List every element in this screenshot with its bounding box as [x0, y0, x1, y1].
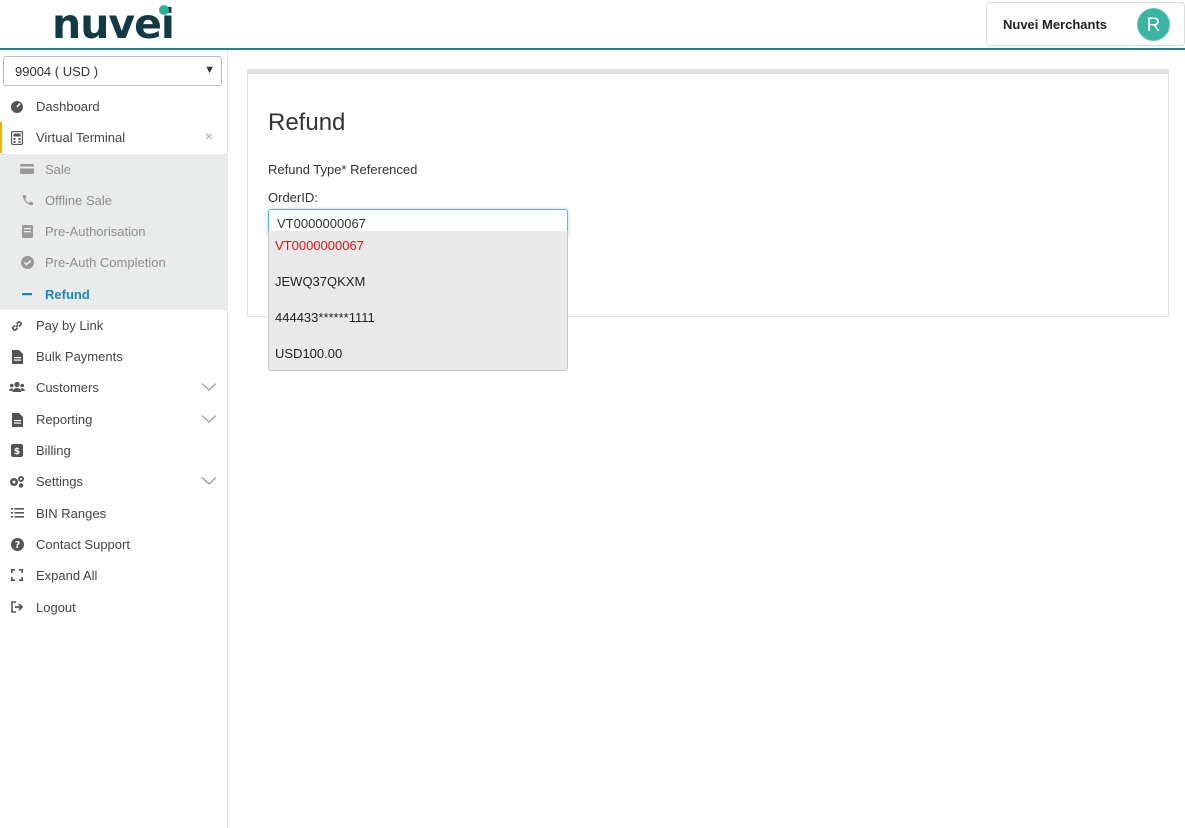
sidebar-item-expand-all[interactable]: Expand All [0, 560, 227, 591]
sidebar-item-label: Contact Support [36, 537, 130, 552]
sidebar-item-settings[interactable]: Settings [0, 466, 227, 497]
sidebar-item-logout[interactable]: Logout [0, 592, 227, 623]
nuvei-logo[interactable]: nuvei [52, 0, 175, 48]
order-id-suggestions: VT0000000067 JEWQ37QKXM 444433******1111… [268, 231, 568, 371]
suggestion-item[interactable]: USD100.00 [269, 339, 567, 375]
chevron-down-icon[interactable] [201, 379, 217, 393]
phone-icon [20, 194, 34, 208]
page-title: Refund [268, 109, 346, 136]
top-header: nuvei Nuvei Merchants R [0, 0, 1185, 50]
sidebar-item-customers[interactable]: Customers [0, 372, 227, 403]
submenu-item-pre-authorisation[interactable]: Pre-Authorisation [0, 216, 227, 247]
user-menu[interactable]: Nuvei Merchants R [986, 2, 1185, 46]
sidebar-item-contact-support[interactable]: ? Contact Support [0, 529, 227, 560]
sidebar-item-pay-by-link[interactable]: Pay by Link [0, 310, 227, 341]
dashboard-gauge-icon [10, 100, 24, 114]
expand-icon [10, 569, 24, 583]
suggestion-item[interactable]: VT0000000067 [269, 231, 567, 267]
sidebar: 99004 ( USD ) ▼ Dashboard Virtual Termin… [0, 50, 228, 828]
question-circle-icon: ? [10, 538, 24, 552]
file-icon [10, 350, 24, 364]
submenu-item-label: Pre-Authorisation [45, 224, 146, 239]
order-id-label: OrderID: [268, 190, 318, 205]
check-circle-icon [20, 256, 34, 270]
sidebar-item-label: Pay by Link [36, 318, 104, 333]
submenu-item-label: Offline Sale [45, 193, 112, 208]
suggestion-item[interactable]: JEWQ37QKXM [269, 267, 567, 303]
sidebar-item-billing[interactable]: $ Billing [0, 435, 227, 466]
sidebar-item-label: Expand All [36, 568, 98, 583]
svg-text:$: $ [14, 447, 20, 457]
sidebar-item-bin-ranges[interactable]: BIN Ranges [0, 498, 227, 529]
sidebar-item-label: Bulk Payments [36, 349, 123, 364]
sidebar-item-virtual-terminal[interactable]: Virtual Terminal × [0, 122, 227, 153]
dollar-icon: $ [10, 444, 24, 458]
sidebar-item-label: Dashboard [36, 99, 100, 114]
submenu-item-pre-auth-completion[interactable]: Pre-Auth Completion [0, 247, 227, 278]
close-icon[interactable]: × [205, 128, 213, 144]
gears-icon [9, 475, 25, 489]
sidebar-item-label: BIN Ranges [36, 506, 107, 521]
submenu-item-sale[interactable]: Sale [0, 154, 227, 185]
book-icon [20, 225, 34, 239]
sidebar-item-bulk-payments[interactable]: Bulk Payments [0, 341, 227, 372]
list-icon [10, 507, 24, 521]
sidebar-item-label: Customers [36, 380, 99, 395]
submenu-item-offline-sale[interactable]: Offline Sale [0, 185, 227, 216]
avatar[interactable]: R [1137, 8, 1170, 41]
chevron-down-icon[interactable] [201, 473, 217, 487]
report-file-icon [10, 413, 24, 427]
sidebar-item-reporting[interactable]: Reporting [0, 404, 227, 435]
sidebar-item-label: Settings [36, 474, 83, 489]
suggestion-item[interactable]: 444433******1111 [269, 303, 567, 339]
chevron-down-icon[interactable] [201, 411, 217, 425]
svg-text:?: ? [14, 540, 20, 551]
sidebar-item-label: Reporting [36, 412, 93, 427]
calculator-icon [10, 130, 24, 146]
credit-card-icon [20, 163, 34, 177]
sign-out-icon [10, 601, 24, 615]
submenu-item-label: Pre-Auth Completion [45, 255, 166, 270]
logo-dot [159, 5, 169, 15]
submenu-item-label: Refund [45, 287, 90, 302]
account-select[interactable]: 99004 ( USD ) ▼ [3, 56, 222, 86]
refund-type-label: Refund Type* Referenced [268, 162, 418, 177]
submenu-item-label: Sale [45, 162, 72, 177]
submenu-item-refund[interactable]: Refund [0, 279, 227, 310]
sidebar-item-dashboard[interactable]: Dashboard [0, 91, 227, 122]
link-icon [10, 319, 24, 333]
user-name: Nuvei Merchants [1003, 17, 1108, 32]
sidebar-item-label: Virtual Terminal [36, 130, 126, 145]
minus-icon [20, 288, 34, 302]
account-select-value: 99004 ( USD ) [15, 64, 99, 79]
sidebar-item-label: Logout [36, 600, 76, 615]
logo-text: nuvei [52, 0, 175, 48]
sidebar-item-label: Billing [36, 443, 71, 458]
users-icon [9, 381, 25, 395]
virtual-terminal-submenu: Sale Offline Sale Pre-Authorisation Pre-… [0, 154, 227, 310]
caret-down-icon: ▼ [204, 64, 215, 76]
